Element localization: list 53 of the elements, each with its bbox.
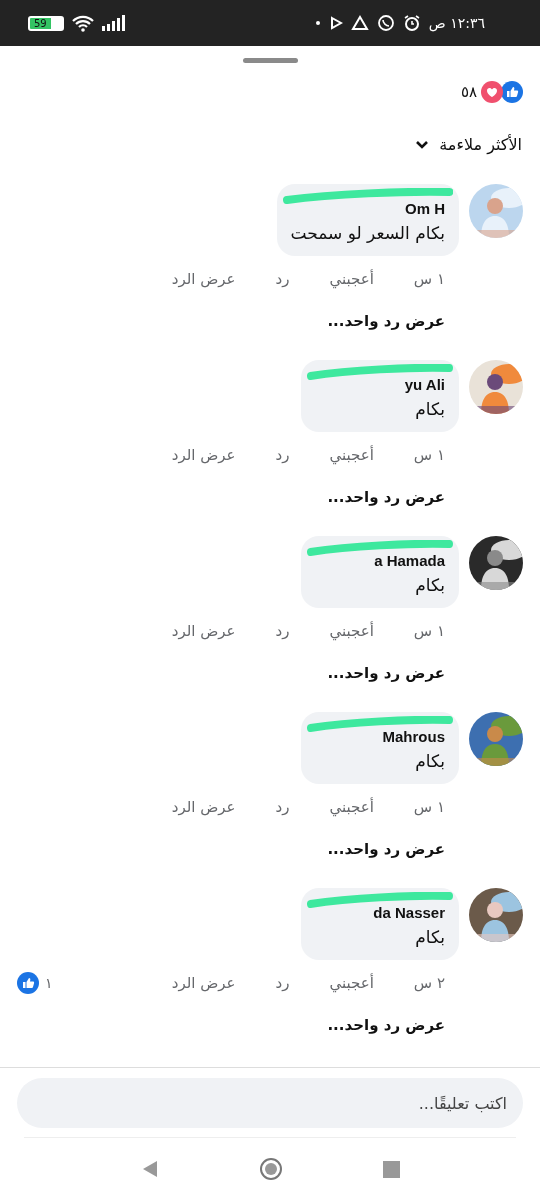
like-link[interactable]: أعجبني <box>329 446 374 464</box>
comment-text: بكام <box>414 398 445 421</box>
view-replies-link[interactable]: عرض رد واحد... <box>327 840 445 858</box>
see-reply-link[interactable]: عرض الرد <box>171 974 236 992</box>
see-reply-link[interactable]: عرض الرد <box>171 622 236 640</box>
view-replies-link[interactable]: عرض رد واحد... <box>327 312 445 330</box>
commenter-name[interactable]: Om H <box>290 198 445 220</box>
battery-indicator: 59 <box>28 15 64 31</box>
triangle-icon <box>350 15 369 31</box>
like-link[interactable]: أعجبني <box>329 622 374 640</box>
comment-input-field[interactable]: اكتب تعليقًا... <box>17 1078 523 1128</box>
like-icon <box>501 81 523 103</box>
like-icon <box>17 972 39 994</box>
recents-icon[interactable] <box>382 1160 400 1178</box>
alarm-icon <box>402 14 421 32</box>
see-reply-link[interactable]: عرض الرد <box>171 270 236 288</box>
commenter-name[interactable]: Mahrous <box>315 726 445 748</box>
comment-time: ١ س <box>413 270 445 288</box>
play-icon <box>328 16 343 30</box>
home-icon[interactable] <box>258 1157 283 1181</box>
comment-text: بكام <box>414 574 445 597</box>
comment-time: ١ س <box>413 622 445 640</box>
see-reply-link[interactable]: عرض الرد <box>171 446 236 464</box>
comment-text: بكام السعر لو سمحت <box>290 222 445 245</box>
wifi-icon <box>72 14 94 32</box>
view-replies-link[interactable]: عرض رد واحد... <box>327 488 445 506</box>
comment-time: ٢ س <box>413 974 445 992</box>
reaction-count[interactable]: ٥٨ <box>460 83 477 101</box>
reply-link[interactable]: رد <box>275 974 290 992</box>
signal-icon <box>102 15 126 31</box>
commenter-name[interactable]: a Hamada <box>315 550 445 572</box>
comment-reaction-count: ١ <box>45 975 53 991</box>
status-time: ١٢:٣٦ ص <box>428 15 485 31</box>
view-replies-link[interactable]: عرض رد واحد... <box>327 1016 445 1034</box>
comment-time: ١ س <box>413 446 445 464</box>
like-link[interactable]: أعجبني <box>329 798 374 816</box>
commenter-name[interactable]: da Nasser <box>315 902 445 924</box>
like-link[interactable]: أعجبني <box>329 974 374 992</box>
chevron-down-icon <box>415 139 430 150</box>
comment-time: ١ س <box>413 798 445 816</box>
dot-icon <box>314 20 321 26</box>
see-reply-link[interactable]: عرض الرد <box>171 798 236 816</box>
reply-link[interactable]: رد <box>275 622 290 640</box>
commenter-name[interactable]: yu Ali <box>315 374 445 396</box>
drag-handle[interactable] <box>242 58 298 63</box>
view-replies-link[interactable]: عرض رد واحد... <box>327 664 445 682</box>
reply-link[interactable]: رد <box>275 270 290 288</box>
like-link[interactable]: أعجبني <box>329 270 374 288</box>
sort-dropdown[interactable]: الأكثر ملاءمة <box>397 135 540 154</box>
comment-text: بكام <box>414 750 445 773</box>
comment-text: بكام <box>414 926 445 949</box>
reply-link[interactable]: رد <box>275 446 290 464</box>
reply-link[interactable]: رد <box>275 798 290 816</box>
